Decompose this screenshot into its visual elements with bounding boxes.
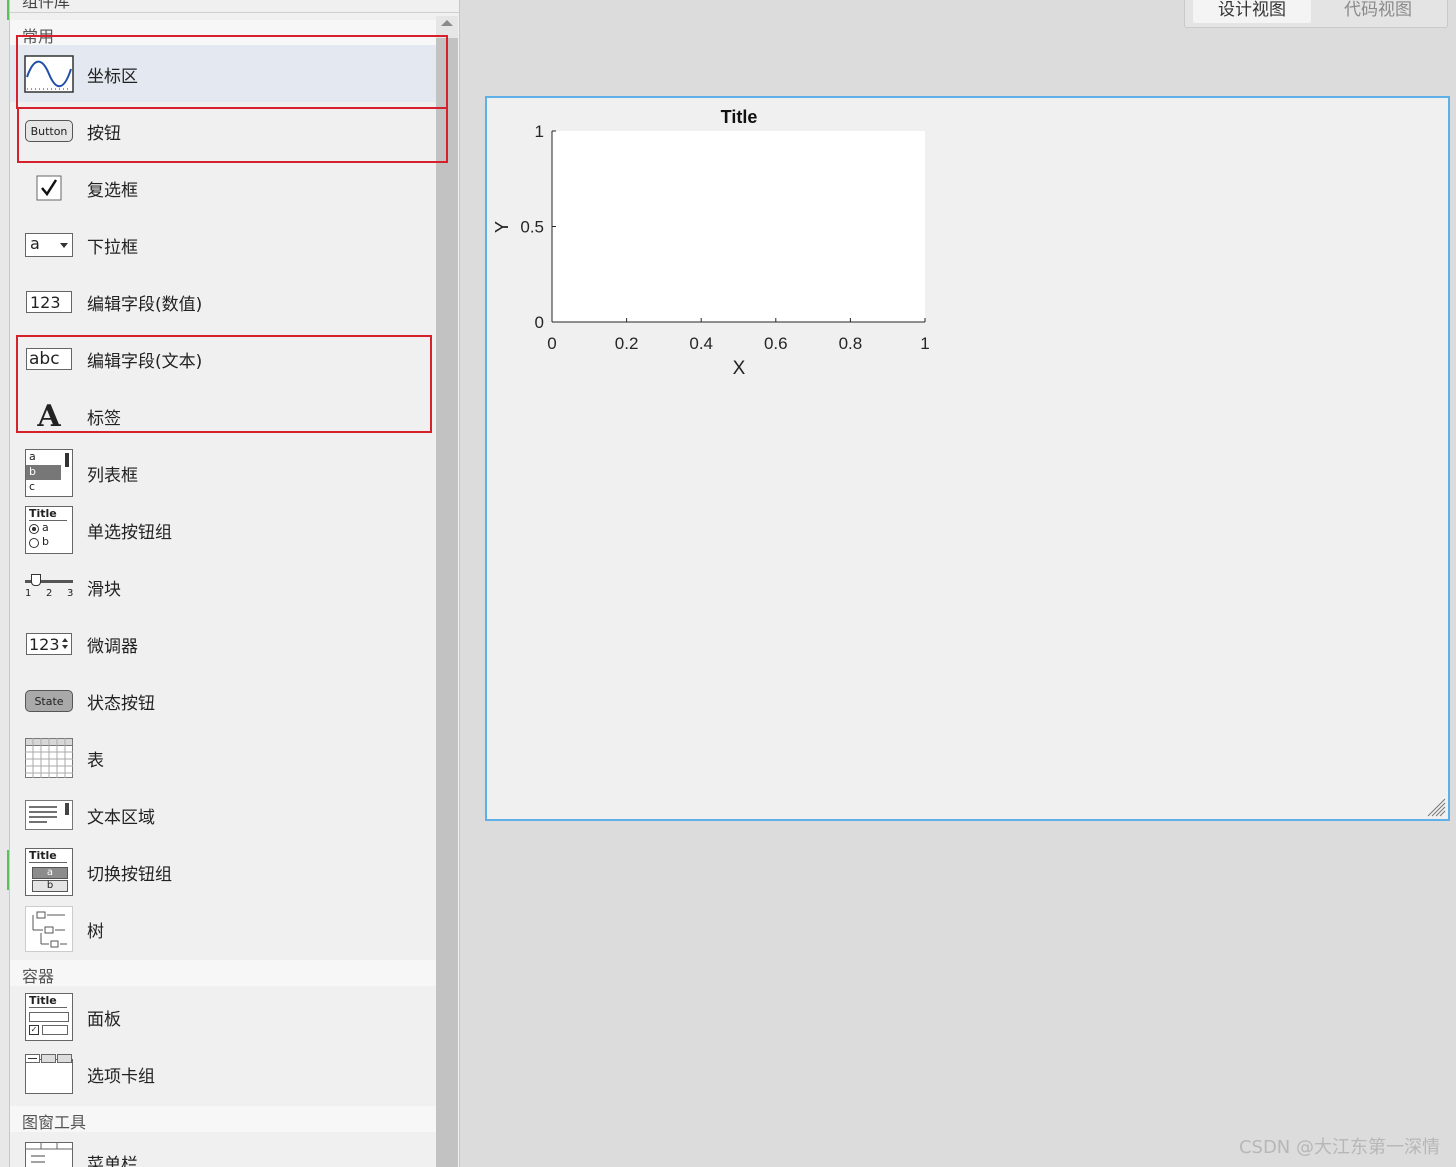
tab-design-view[interactable]: 设计视图 — [1193, 0, 1311, 23]
section-containers-label: 容器 — [22, 967, 55, 986]
plot-area — [552, 131, 925, 322]
checkbox-icon — [24, 167, 74, 209]
tab-code-view[interactable]: 代码视图 — [1319, 0, 1437, 23]
design-canvas[interactable]: Title X Y 0 0.2 0.4 0.6 0.8 1 0 0.5 1 — [485, 96, 1450, 821]
axes-component[interactable]: Title X Y 0 0.2 0.4 0.6 0.8 1 0 0.5 1 — [487, 98, 957, 398]
library-item-label: 坐标区 — [87, 67, 138, 87]
library-item-text-area[interactable]: 文本区域 — [10, 786, 436, 843]
library-item-label: 下拉框 — [87, 238, 138, 258]
view-tab-bar: 设计视图 代码视图 — [1184, 0, 1448, 28]
library-item-label: 单选按钮组 — [87, 523, 172, 543]
library-item-label: 面板 — [87, 1010, 121, 1030]
x-tick-label: 0.6 — [764, 334, 788, 353]
tree-icon — [24, 906, 74, 952]
library-item-spinner[interactable]: 123 微调器 — [10, 615, 436, 672]
library-item-label: 树 — [87, 922, 104, 942]
library-scrollbar[interactable] — [436, 16, 458, 1167]
x-tick-label: 0.2 — [615, 334, 639, 353]
menu-bar-icon — [24, 1141, 74, 1167]
numeric-field-icon: 123 — [24, 281, 74, 323]
state-button-icon: State — [24, 680, 74, 722]
library-item-label: 菜单栏 — [87, 1155, 138, 1167]
library-item-tree[interactable]: 树 — [10, 900, 436, 957]
chart-title: Title — [721, 107, 758, 127]
library-item-label: 微调器 — [87, 637, 138, 657]
x-axis-label: X — [733, 358, 746, 379]
library-item-label: 选项卡组 — [87, 1067, 155, 1087]
library-item-table[interactable]: 表 — [10, 729, 436, 786]
library-item-menu-bar[interactable]: 菜单栏 — [10, 1133, 436, 1167]
library-item-label: 切换按钮组 — [87, 865, 172, 885]
x-tick-label: 0 — [547, 334, 556, 353]
library-item-checkbox[interactable]: 复选框 — [10, 159, 436, 216]
library-item-label: 编辑字段(文本) — [87, 352, 203, 372]
library-item-toggle-group[interactable]: Title a b 切换按钮组 — [10, 843, 436, 900]
x-tick-label: 0.8 — [839, 334, 863, 353]
text-field-icon: abc — [24, 338, 74, 380]
dropdown-icon: a — [24, 224, 74, 266]
library-item-state-button[interactable]: State 状态按钮 — [10, 672, 436, 729]
tab-group-icon — [24, 1053, 74, 1095]
radio-group-icon: Title a b — [24, 506, 74, 554]
library-item-label: 标签 — [87, 409, 121, 429]
resize-grip-icon[interactable] — [1426, 797, 1446, 817]
library-scrollbar-thumb[interactable] — [436, 38, 458, 1167]
label-icon: A — [37, 398, 61, 434]
y-tick-label: 0.5 — [520, 218, 544, 237]
library-item-label: 状态按钮 — [87, 694, 155, 714]
component-library-title: 组件库 — [22, 0, 71, 11]
watermark: CSDN @大江东第一深情 — [1238, 1137, 1440, 1158]
text-area-icon — [24, 794, 74, 836]
slider-icon: 1 2 3 — [24, 566, 74, 608]
library-item-label-component[interactable]: A 标签 — [10, 387, 436, 444]
axes-icon — [24, 53, 74, 95]
library-item-text-field[interactable]: abc 编辑字段(文本) — [10, 330, 436, 387]
library-item-radio-group[interactable]: Title a b 单选按钮组 — [10, 501, 436, 558]
y-axis-label: Y — [492, 221, 512, 233]
section-containers: 容器 — [10, 960, 436, 986]
library-item-label: 编辑字段(数值) — [87, 295, 203, 315]
button-icon: Button — [24, 110, 74, 152]
listbox-icon: a b c — [24, 449, 74, 497]
section-figure-tools: 图窗工具 — [10, 1106, 436, 1132]
library-item-label: 表 — [87, 751, 104, 771]
left-edge-strip — [0, 0, 10, 1167]
library-item-panel[interactable]: Title ✓ 面板 — [10, 988, 436, 1045]
library-item-label: 列表框 — [87, 466, 138, 486]
x-tick-label: 1 — [920, 334, 929, 353]
library-item-label: 文本区域 — [87, 808, 155, 828]
library-item-listbox[interactable]: a b c 列表框 — [10, 444, 436, 501]
library-item-numeric-field[interactable]: 123 编辑字段(数值) — [10, 273, 436, 330]
y-tick-label: 1 — [535, 122, 544, 141]
component-library-header: 组件库 — [10, 0, 459, 13]
toggle-group-icon: Title a b — [24, 848, 74, 896]
spinner-icon: 123 — [24, 623, 74, 665]
x-tick-label: 0.4 — [689, 334, 713, 353]
library-item-label: 滑块 — [87, 580, 121, 600]
section-figure-tools-label: 图窗工具 — [22, 1113, 87, 1132]
library-item-label: 按钮 — [87, 124, 121, 144]
library-item-slider[interactable]: 1 2 3 滑块 — [10, 558, 436, 615]
component-library-panel: 组件库 常用 坐标区 Button 按钮 复选框 a 下拉框 123 编辑字段(… — [10, 0, 460, 1167]
table-icon — [24, 737, 74, 779]
section-common: 常用 — [10, 20, 436, 46]
panel-icon: Title ✓ — [24, 993, 74, 1041]
library-item-tab-group[interactable]: 选项卡组 — [10, 1045, 436, 1102]
y-tick-label: 0 — [535, 313, 544, 332]
section-common-label: 常用 — [22, 27, 55, 46]
library-item-dropdown[interactable]: a 下拉框 — [10, 216, 436, 273]
library-item-button[interactable]: Button 按钮 — [10, 102, 436, 159]
library-item-axes[interactable]: 坐标区 — [10, 45, 436, 102]
scroll-up-arrow-icon[interactable] — [441, 20, 453, 26]
library-item-label: 复选框 — [87, 181, 138, 201]
